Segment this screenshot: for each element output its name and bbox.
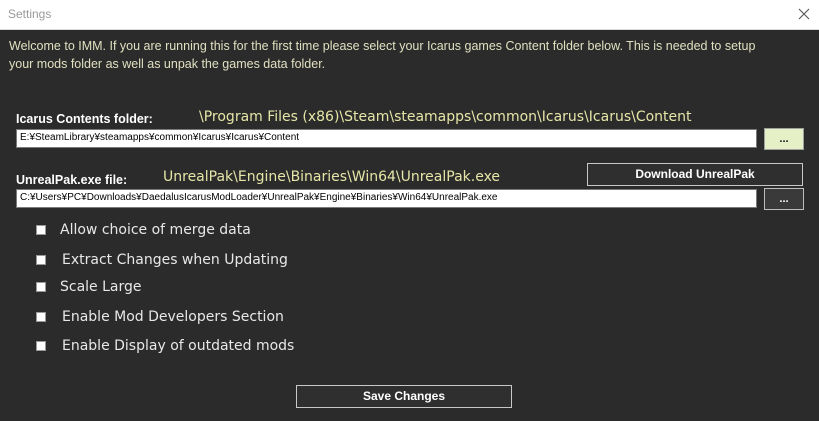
title-bar: Settings [0, 0, 819, 30]
window-title: Settings [8, 7, 52, 21]
option-outdated-mods[interactable]: Enable Display of outdated mods [36, 336, 294, 356]
option-scale-large[interactable]: Scale Large [36, 277, 142, 297]
icarus-contents-label: Icarus Contents folder: [16, 112, 153, 126]
unrealpak-browse-button[interactable]: ... [764, 188, 804, 210]
option-label: Extract Changes when Updating [62, 252, 288, 268]
icarus-contents-path-display: \Program Files (x86)\Steam\steamapps\com… [199, 109, 692, 125]
option-label: Scale Large [60, 279, 142, 295]
icarus-contents-input[interactable]: E:¥SteamLibrary¥steamapps¥common¥Icarus¥… [16, 129, 757, 148]
checkbox[interactable] [36, 225, 46, 235]
unrealpak-path-display: UnrealPak\Engine\Binaries\Win64\UnrealPa… [163, 169, 501, 185]
option-mod-developers[interactable]: Enable Mod Developers Section [36, 307, 284, 327]
option-allow-merge-data[interactable]: Allow choice of merge data [36, 220, 251, 240]
close-icon [798, 8, 810, 20]
icarus-contents-browse-button[interactable]: ... [764, 128, 804, 150]
download-unrealpak-button[interactable]: Download UnrealPak [587, 163, 803, 186]
option-label: Enable Display of outdated mods [62, 338, 295, 354]
checkbox[interactable] [36, 255, 46, 265]
option-extract-changes[interactable]: Extract Changes when Updating [36, 250, 288, 270]
save-changes-button[interactable]: Save Changes [296, 385, 512, 408]
option-label: Allow choice of merge data [60, 222, 251, 238]
close-button[interactable] [789, 0, 819, 29]
checkbox[interactable] [36, 341, 46, 351]
option-label: Enable Mod Developers Section [62, 309, 284, 325]
checkbox[interactable] [36, 312, 46, 322]
unrealpak-label: UnrealPak.exe file: [16, 173, 128, 187]
checkbox[interactable] [36, 282, 46, 292]
welcome-message: Welcome to IMM. If you are running this … [9, 39, 756, 71]
unrealpak-input[interactable]: C:¥Users¥PC¥Downloads¥DaedalusIcarusModL… [16, 189, 757, 208]
